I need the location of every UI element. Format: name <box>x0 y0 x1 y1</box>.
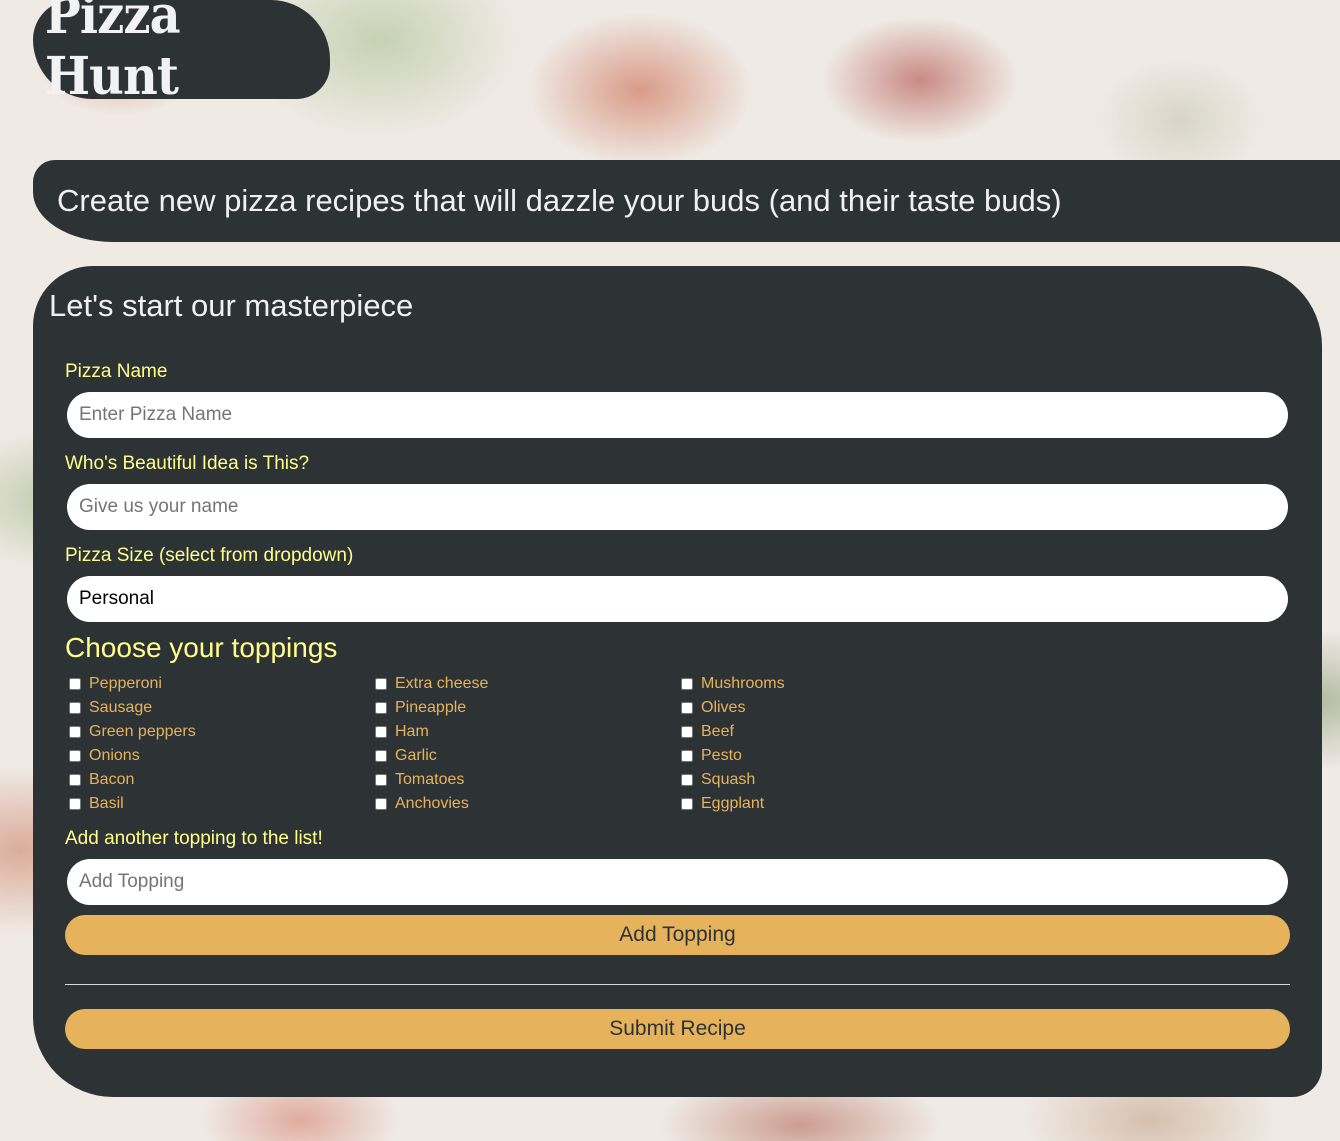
topping-checkbox[interactable] <box>681 798 693 810</box>
topping-option[interactable]: Beef <box>681 720 785 744</box>
tagline-banner: Create new pizza recipes that will dazzl… <box>33 160 1340 242</box>
topping-checkbox[interactable] <box>375 798 387 810</box>
topping-option[interactable]: Bacon <box>69 768 196 792</box>
topping-checkbox[interactable] <box>681 750 693 762</box>
topping-checkbox[interactable] <box>681 774 693 786</box>
topping-checkbox[interactable] <box>681 726 693 738</box>
topping-option[interactable]: Pineapple <box>375 696 488 720</box>
pizza-name-label: Pizza Name <box>65 361 168 382</box>
add-topping-label: Add another topping to the list! <box>65 828 323 849</box>
topping-label: Olives <box>701 699 746 716</box>
pizza-size-selected-value: Personal <box>79 588 154 609</box>
topping-label: Onions <box>89 747 140 764</box>
topping-label: Mushrooms <box>701 675 785 692</box>
topping-checkbox[interactable] <box>375 774 387 786</box>
topping-checkbox[interactable] <box>681 702 693 714</box>
topping-checkbox[interactable] <box>69 774 81 786</box>
logo-text: Pizza Hunt <box>44 0 181 107</box>
topping-option[interactable]: Pepperoni <box>69 672 196 696</box>
topping-option[interactable]: Mushrooms <box>681 672 785 696</box>
topping-checkbox[interactable] <box>69 750 81 762</box>
pizza-name-input[interactable] <box>67 392 1288 438</box>
topping-label: Sausage <box>89 699 153 716</box>
creator-name-input[interactable] <box>67 484 1288 530</box>
topping-option[interactable]: Squash <box>681 768 785 792</box>
creator-name-label: Who's Beautiful Idea is This? <box>65 453 310 474</box>
topping-checkbox[interactable] <box>69 726 81 738</box>
topping-checkbox[interactable] <box>375 702 387 714</box>
topping-checkbox[interactable] <box>375 726 387 738</box>
topping-label: Pepperoni <box>89 675 162 692</box>
topping-checkbox[interactable] <box>69 678 81 690</box>
toppings-column: Extra cheese Pineapple Ham Garlic Tomatoes An… <box>375 672 488 816</box>
topping-checkbox[interactable] <box>681 678 693 690</box>
topping-option[interactable]: Eggplant <box>681 792 785 816</box>
topping-option[interactable]: Pesto <box>681 744 785 768</box>
topping-option[interactable]: Sausage <box>69 696 196 720</box>
add-topping-input[interactable] <box>67 859 1288 905</box>
toppings-column: Mushrooms Olives Beef Pesto Squash Eggplant <box>681 672 785 816</box>
topping-option[interactable]: Tomatoes <box>375 768 488 792</box>
pizza-size-label: Pizza Size (select from dropdown) <box>65 545 354 566</box>
form-title: Let's start our masterpiece <box>49 288 414 323</box>
add-topping-button[interactable]: Add Topping <box>65 915 1290 955</box>
topping-label: Pesto <box>701 747 742 764</box>
topping-option[interactable]: Olives <box>681 696 785 720</box>
tagline-text: Create new pizza recipes that will dazzl… <box>57 183 1062 218</box>
topping-label: Bacon <box>89 771 135 788</box>
toppings-title: Choose your toppings <box>65 632 338 663</box>
topping-option[interactable]: Anchovies <box>375 792 488 816</box>
logo-badge: Pizza Hunt <box>33 0 330 107</box>
toppings-column: Pepperoni Sausage Green peppers Onions Bacon… <box>69 672 196 816</box>
topping-checkbox[interactable] <box>69 702 81 714</box>
topping-option[interactable]: Ham <box>375 720 488 744</box>
topping-label: Ham <box>395 723 429 740</box>
topping-label: Eggplant <box>701 795 765 812</box>
pizza-size-select[interactable]: Personal <box>67 576 1288 622</box>
topping-option[interactable]: Green peppers <box>69 720 196 744</box>
topping-option[interactable]: Basil <box>69 792 196 816</box>
topping-label: Anchovies <box>395 795 469 812</box>
topping-checkbox[interactable] <box>69 798 81 810</box>
topping-label: Tomatoes <box>395 771 465 788</box>
topping-option[interactable]: Onions <box>69 744 196 768</box>
topping-label: Squash <box>701 771 756 788</box>
form-divider <box>65 984 1290 985</box>
recipe-form: Let's start our masterpiece Pizza Name W… <box>33 266 1322 1097</box>
topping-label: Garlic <box>395 747 437 764</box>
topping-label: Beef <box>701 723 734 740</box>
topping-checkbox[interactable] <box>375 750 387 762</box>
topping-label: Extra cheese <box>395 675 489 692</box>
topping-checkbox[interactable] <box>375 678 387 690</box>
topping-label: Green peppers <box>89 723 196 740</box>
topping-label: Pineapple <box>395 699 467 716</box>
submit-recipe-button[interactable]: Submit Recipe <box>65 1009 1290 1049</box>
topping-label: Basil <box>89 795 124 812</box>
topping-option[interactable]: Garlic <box>375 744 488 768</box>
topping-option[interactable]: Extra cheese <box>375 672 488 696</box>
